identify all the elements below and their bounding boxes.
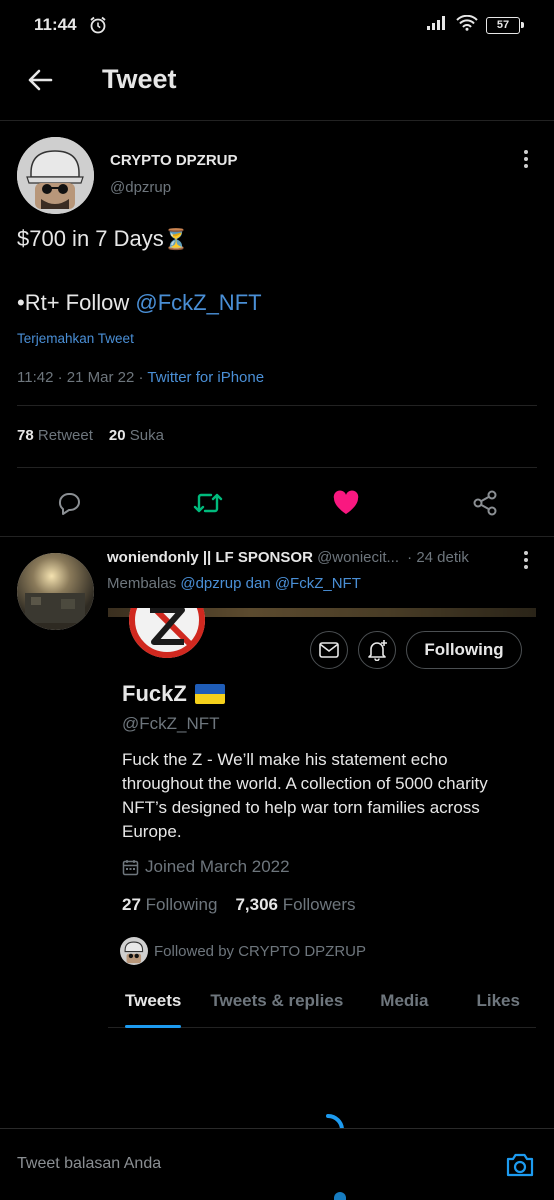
notifications-button[interactable] [358,631,396,669]
bell-plus-icon [368,640,387,661]
composer-divider [0,1128,554,1129]
joined-date: Joined March 2022 [122,857,290,877]
reply-author-handle[interactable]: @woniecit... [317,549,399,566]
tab-tweets-replies: Tweets & replies [210,991,344,1010]
replying-to: Membalas @dpzrup dan @FckZ_NFT [107,575,361,592]
profile-handle: @FckZ_NFT [122,714,220,733]
retweet-button[interactable] [190,485,226,521]
reply-input[interactable] [17,1155,477,1173]
tab-tweets: Tweets [125,981,182,1028]
calendar-icon [122,859,139,875]
share-button[interactable] [467,485,503,521]
tweet-text-line-1: $700 in 7 Days⏳ [17,226,189,251]
likes-stat[interactable]: 20 Suka [109,427,164,444]
tab-media: Media [380,991,429,1010]
reply-author-name[interactable]: woniendonly || LF SPONSOR [107,549,313,566]
retweets-stat[interactable]: 78 Retweet [17,427,93,444]
page-title: Tweet [102,64,177,94]
retweet-icon [193,493,223,513]
stats-divider [17,467,537,468]
reply-header: woniendonly || LF SPONSOR @woniecit... ·… [107,549,469,566]
meta-divider [17,405,537,406]
replying-to-users-link[interactable]: @dpzrup dan @FckZ_NFT [180,575,361,592]
author-name[interactable]: CRYPTO DPZRUP [110,152,238,169]
header-divider [0,120,554,121]
back-button[interactable] [22,62,58,98]
tweet-more-button[interactable] [516,146,536,172]
profile-avatar [122,608,208,660]
heart-icon [333,490,359,514]
reply-more-button[interactable] [516,547,536,573]
author-avatar[interactable] [17,137,94,214]
alarm-icon [88,15,108,40]
status-icons: 57 [426,14,524,36]
battery-indicator: 57 [486,17,524,34]
follow-stats: 27 Following 7,306 Followers [122,895,356,915]
spinner-tail [334,1192,346,1200]
tab-likes: Likes [476,991,520,1010]
camera-button[interactable] [502,1148,538,1182]
following-stat: 27 Following [122,895,218,914]
tweet-stats: 78 Retweet 20 Suka [17,427,164,444]
following-button[interactable]: Following [406,631,522,669]
signal-icon [426,15,448,36]
profile-bio: Fuck the Z - We’ll make his statement ec… [122,750,488,841]
profile-card-image[interactable]: Following FuckZ @FckZ_NFT Fuck the Z - W… [108,608,536,1028]
tweet-meta: 11:42 · 21 Mar 22 · Twitter for iPhone [17,369,265,386]
profile-name: FuckZ [122,681,225,707]
actions-divider [0,536,554,537]
followers-stat: 7,306 Followers [235,895,356,914]
ukraine-flag-icon [194,684,225,704]
followed-by: Followed by CRYPTO DPZRUP [120,937,366,965]
status-time: 11:44 [34,15,77,34]
followed-by-avatar [120,937,148,965]
message-button[interactable] [310,631,348,669]
tweet-text-line-2: •Rt+ Follow @FckZ_NFT [17,290,262,315]
back-arrow-icon [28,69,53,91]
envelope-icon [319,642,339,658]
camera-icon [506,1153,534,1177]
reply-button[interactable] [51,485,87,521]
wifi-icon [456,14,478,36]
mention-link[interactable]: @FckZ_NFT [135,290,261,315]
profile-tabs: Tweets Tweets & replies Media Likes [108,981,536,1028]
author-handle[interactable]: @dpzrup [110,179,171,196]
loading-spinner [308,1110,348,1128]
reply-time: · 24 detik [407,549,469,566]
tweet-source-link[interactable]: Twitter for iPhone [147,369,264,386]
translate-tweet-link[interactable]: Terjemahkan Tweet [17,331,134,346]
reply-author-avatar[interactable] [17,553,94,630]
share-icon [473,490,497,516]
like-button[interactable] [328,485,364,521]
reply-icon [58,493,80,515]
